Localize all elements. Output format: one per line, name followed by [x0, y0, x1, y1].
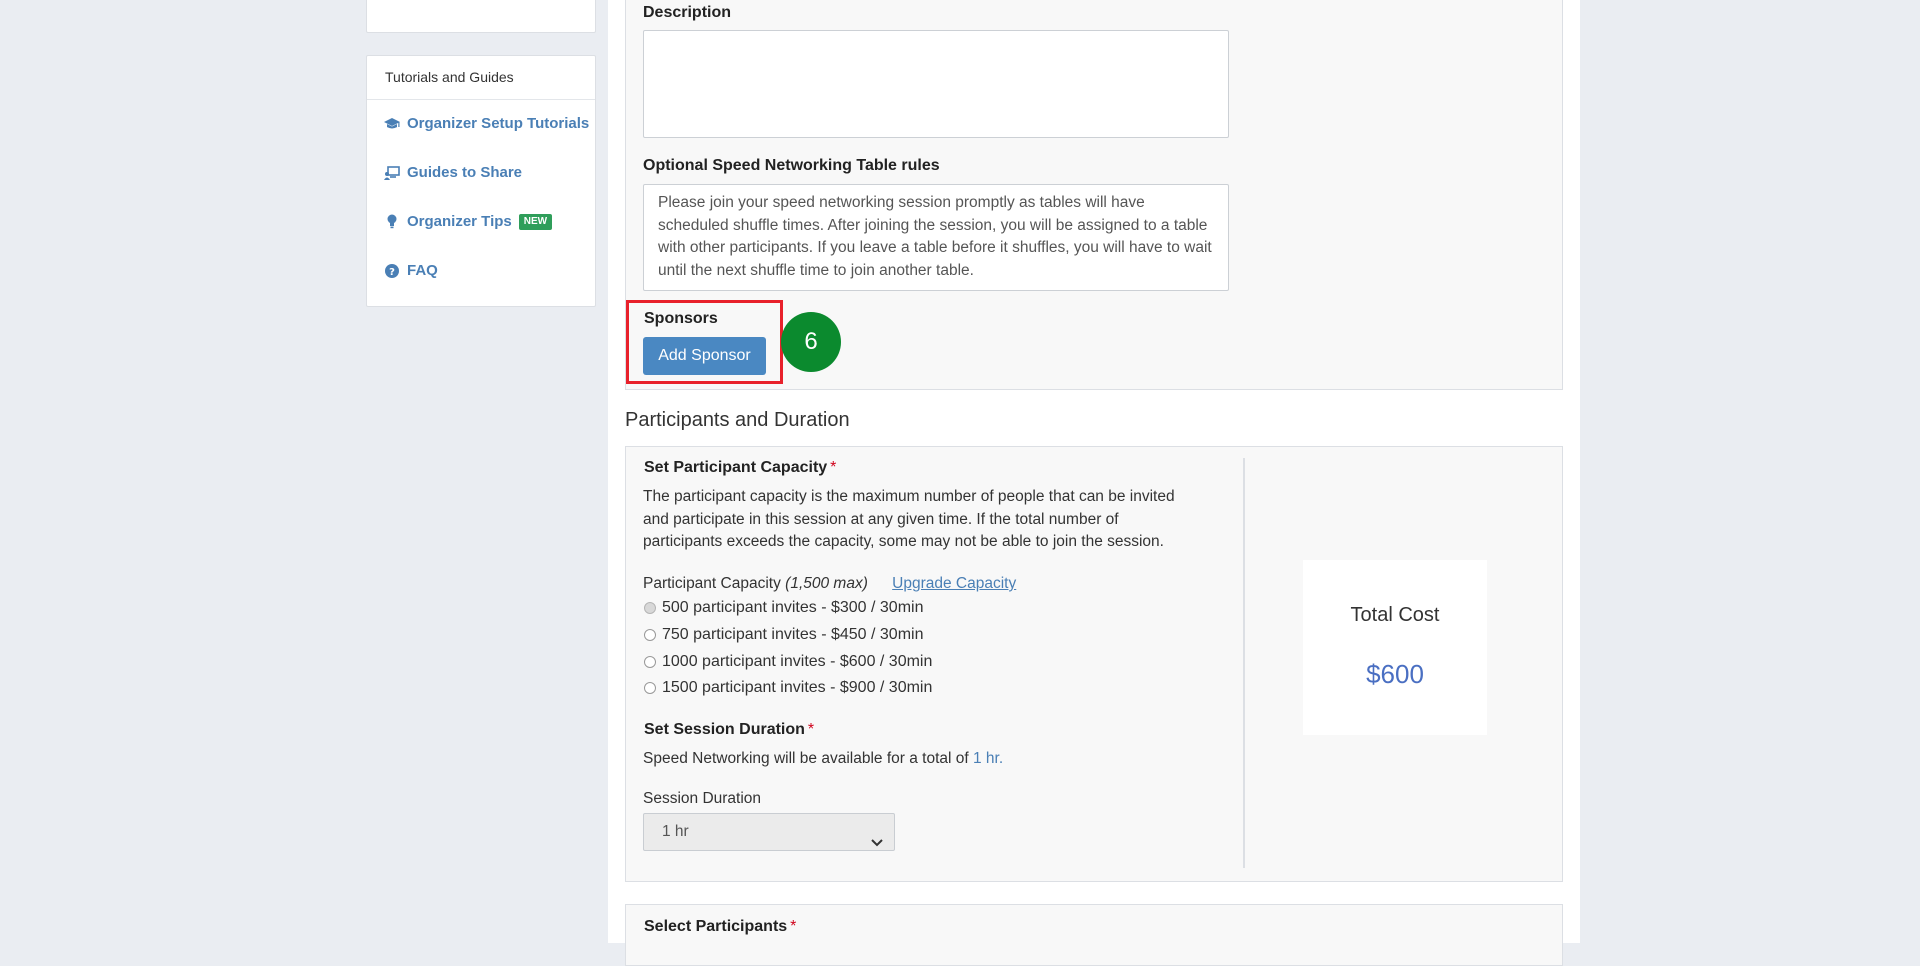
sidebar-link-label: Guides to Share: [407, 164, 523, 181]
capacity-option-label: 1500 participant invites - $900 / 30min: [662, 679, 933, 696]
highlight-box: [626, 300, 783, 384]
sidebar-link-label: FAQ: [407, 262, 438, 279]
sidebar-link-label: Organizer Setup Tutorials: [407, 115, 590, 132]
total-cost-label: Total Cost: [1350, 604, 1440, 626]
capacity-description-line: participants exceeds the capacity, some …: [643, 533, 1164, 551]
table-rules-label: Optional Speed Networking Table rules: [643, 157, 940, 174]
radio-button[interactable]: [644, 629, 656, 641]
capacity-field-label: Participant Capacity: [643, 575, 781, 592]
session-duration-value: 1 hr: [662, 823, 689, 840]
participants-section-title: Participants and Duration: [625, 409, 850, 431]
capacity-label-text: Set Participant Capacity: [644, 459, 828, 476]
duration-summary-text: Speed Networking will be available for a…: [643, 750, 969, 767]
capacity-description: The participant capacity is the maximum …: [643, 486, 1175, 554]
radio-button[interactable]: [644, 602, 656, 614]
tutorials-guides-card: Tutorials and Guides Organizer Setup Tut…: [366, 55, 596, 307]
radio-button[interactable]: [644, 656, 656, 668]
capacity-max: (1,500 max): [785, 575, 868, 592]
capacity-description-line: and participate in this session at any g…: [643, 510, 1119, 528]
capacity-option-label: 1000 participant invites - $600 / 30min: [662, 653, 933, 670]
duration-label-text: Set Session Duration: [644, 721, 805, 738]
presentation-icon: [383, 165, 401, 180]
graduation-cap-icon: [383, 117, 401, 130]
question-circle-icon: ?: [383, 263, 401, 278]
sidebar-link-label: Organizer Tips: [407, 213, 512, 230]
table-rules-textarea[interactable]: Please join your speed networking sessio…: [643, 184, 1229, 291]
session-duration-select[interactable]: 1 hr: [643, 813, 895, 851]
select-participants-label-text: Select Participants: [644, 918, 788, 935]
duration-value: 1 hr.: [973, 750, 1004, 767]
lightbulb-icon: [383, 214, 401, 229]
sidebar-link-guides-to-share[interactable]: Guides to Share: [383, 164, 522, 181]
capacity-field-row: Participant Capacity (1,500 max) Upgrade…: [643, 573, 1016, 596]
new-badge: NEW: [518, 213, 553, 230]
capacity-option[interactable]: 1500 participant invites - $900 / 30min: [644, 679, 932, 697]
capacity-option[interactable]: 1000 participant invites - $600 / 30min: [644, 653, 932, 671]
capacity-label: Set Participant Capacity *: [644, 459, 836, 477]
duration-summary: Speed Networking will be available for a…: [643, 748, 1003, 771]
sidebar-link-faq[interactable]: ? FAQ: [383, 262, 438, 279]
table-rules-value: Please join your speed networking sessio…: [658, 194, 1212, 280]
required-marker: *: [790, 918, 797, 935]
tutorials-guides-header: Tutorials and Guides: [367, 56, 595, 100]
total-cost-value: $600: [1366, 659, 1424, 689]
radio-button[interactable]: [644, 682, 656, 694]
capacity-option[interactable]: 750 participant invites - $450 / 30min: [644, 626, 923, 644]
sidebar-top-card: [366, 0, 596, 33]
description-label: Description: [643, 4, 732, 21]
description-textarea[interactable]: [643, 30, 1229, 138]
upgrade-capacity-link[interactable]: Upgrade Capacity: [892, 575, 1016, 592]
chevron-down-icon: [870, 826, 884, 862]
sidebar-link-organizer-setup-tutorials[interactable]: Organizer Setup Tutorials: [383, 115, 589, 132]
capacity-option-label: 500 participant invites - $300 / 30min: [662, 599, 924, 616]
column-divider: [1243, 458, 1245, 868]
required-marker: *: [830, 459, 837, 476]
step-number-badge: 6: [781, 312, 841, 372]
capacity-option[interactable]: 500 participant invites - $300 / 30min: [644, 599, 923, 617]
total-cost-card: Total Cost $600: [1303, 560, 1487, 735]
capacity-option-label: 750 participant invites - $450 / 30min: [662, 626, 924, 643]
required-marker: *: [807, 721, 815, 738]
duration-label: Set Session Duration *: [644, 721, 814, 739]
session-duration-field-label: Session Duration: [643, 790, 762, 807]
capacity-description-line: The participant capacity is the maximum …: [643, 488, 1175, 505]
sidebar-link-organizer-tips[interactable]: Organizer Tips NEW: [383, 213, 553, 230]
select-participants-label: Select Participants *: [644, 918, 796, 936]
svg-text:?: ?: [389, 267, 395, 278]
